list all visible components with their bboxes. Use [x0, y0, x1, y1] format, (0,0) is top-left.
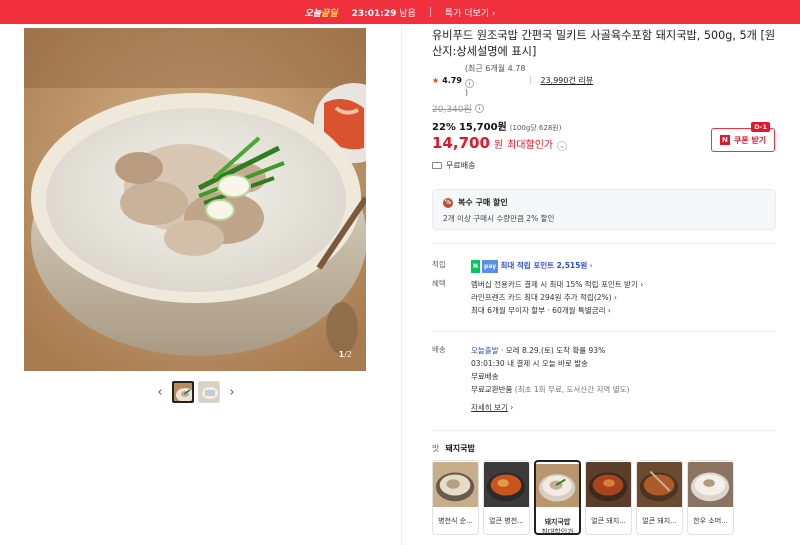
- perks-row: 혜택 멤버십 전용카드 결제 시 최대 15% 적립 포인트 받기 › 라인프렌…: [432, 278, 776, 320]
- ship-deadline: 03:01:30 내 결제 시 오늘 바로 발송: [471, 359, 588, 368]
- option-header: 맛 돼지국밥: [432, 443, 475, 454]
- section-divider: [432, 430, 776, 431]
- today-ship-badge: 오늘출발: [471, 346, 499, 355]
- column-divider: [401, 24, 402, 545]
- option-item[interactable]: 병천식 순...: [432, 460, 479, 535]
- delivery-row: 배송 오늘출발 · 모레 8.29.(토) 도착 확률 93% 03:01:30…: [432, 344, 776, 418]
- deal-banner: 오늘끝딜 23:01:29 남음 특가 더보기 ›: [0, 0, 800, 24]
- original-price-row: 20,340원 i: [432, 102, 776, 115]
- shipping-row: 무료배송: [432, 160, 776, 171]
- final-price-won: 원: [493, 140, 504, 151]
- next-image-arrow-icon[interactable]: ›: [224, 385, 240, 400]
- points-key: 적립: [432, 260, 446, 269]
- rating-row: ★ 4.79 (최근 6개월 4.78 i) 23,990건 리뷰: [432, 63, 776, 97]
- perks-key: 혜택: [432, 279, 446, 288]
- product-title: 유비푸드 원조국밥 간편국 밀키트 사골육수포함 돼지국밥, 500g, 5개 …: [432, 29, 776, 58]
- arrival-estimate: · 모레 8.29.(토) 도착 확률 93%: [501, 346, 606, 355]
- option-selected: 돼지국밥: [445, 444, 475, 453]
- option-list: 병천식 순... 얼큰 병천... 돼지국밥 최대할인가 얼큰 돼지... 얼큰…: [432, 460, 734, 535]
- delivery-detail-link[interactable]: 자세히 보기: [471, 403, 508, 412]
- thumbnail-strip: ‹ ›: [152, 381, 240, 403]
- shipping-label: 무료배송: [446, 161, 476, 170]
- rating-score: 4.79: [442, 75, 462, 85]
- discount-icon: %: [443, 197, 453, 208]
- coupon-label: 쿠폰 받기: [733, 135, 767, 145]
- coupon-button[interactable]: D-1 N 쿠폰 받기: [711, 122, 775, 152]
- thumbnail-1[interactable]: [172, 381, 194, 403]
- unit-price: (100g당 628원): [509, 124, 562, 132]
- final-price: 14,700: [432, 134, 490, 152]
- multi-buy-desc: 2개 이상 구매시 수량만큼 2% 할인: [443, 214, 555, 223]
- rating-recent: (최근 6개월 4.78 i): [464, 64, 526, 97]
- points-row: 적립 Npay 최대 적립 포인트 2,515원 ›: [432, 259, 776, 273]
- option-item-selected[interactable]: 돼지국밥 최대할인가: [534, 460, 581, 535]
- coupon-dday-badge: D-1: [751, 122, 770, 132]
- option-item[interactable]: 얼큰 병천...: [483, 460, 530, 535]
- multi-buy-discount-box: % 복수 구매 할인 2개 이상 구매시 수량만큼 2% 할인: [432, 189, 776, 230]
- star-icon: ★: [432, 75, 440, 85]
- option-item[interactable]: 얼큰 돼지...: [585, 460, 632, 535]
- thumbnail-2[interactable]: [198, 381, 220, 403]
- delivery-key: 배송: [432, 345, 446, 354]
- prev-image-arrow-icon[interactable]: ‹: [152, 385, 168, 400]
- npay-icon: Npay: [471, 259, 499, 273]
- final-price-label: 최대할인가: [507, 140, 554, 151]
- discount-percent: 22%: [432, 122, 456, 133]
- original-price: 20,340원: [432, 105, 472, 115]
- option-item[interactable]: 한우 소머...: [687, 460, 734, 535]
- option-key: 맛: [432, 444, 440, 453]
- free-return: 무료교환반품: [471, 385, 513, 394]
- free-shipping: 무료배송: [471, 372, 499, 381]
- discount-price: 15,700원: [458, 122, 507, 133]
- deal-label: 오늘끝딜: [304, 8, 338, 19]
- soup-illustration: [24, 28, 366, 371]
- info-icon[interactable]: i: [464, 79, 474, 88]
- rating-divider: [530, 76, 532, 84]
- section-divider: [432, 331, 776, 332]
- perk-card-link[interactable]: 라인프렌즈 카드 최대 294원 추가 적립(2%) ›: [471, 291, 776, 304]
- chevron-down-icon[interactable]: ⌄: [557, 141, 568, 151]
- perk-installment-link[interactable]: 최대 6개월 무이자 할부 · 60개월 특별금리 ›: [471, 304, 776, 317]
- banner-divider: [429, 7, 431, 17]
- review-count-link[interactable]: 23,990건 리뷰: [540, 75, 593, 86]
- truck-icon: [432, 162, 442, 169]
- perk-membership-link[interactable]: 멤버십 전용카드 결제 시 최대 15% 적립 포인트 받기 ›: [471, 278, 776, 291]
- coupon-n-icon: N: [719, 135, 730, 145]
- return-note: (최초 1회 무료, 도서산간 지역 별도): [514, 385, 630, 394]
- image-counter: 1/2: [338, 350, 352, 359]
- option-item[interactable]: 얼큰 돼지...: [636, 460, 683, 535]
- deal-more-link[interactable]: 특가 더보기 ›: [445, 6, 496, 19]
- multi-buy-title: 복수 구매 할인: [458, 198, 508, 207]
- price-info-icon[interactable]: i: [474, 104, 484, 113]
- max-points-link[interactable]: 최대 적립 포인트 2,515원 ›: [501, 261, 593, 270]
- main-product-image[interactable]: 1/2: [24, 28, 366, 371]
- section-divider: [432, 243, 776, 244]
- deal-timer: 23:01:29 남음: [351, 8, 416, 19]
